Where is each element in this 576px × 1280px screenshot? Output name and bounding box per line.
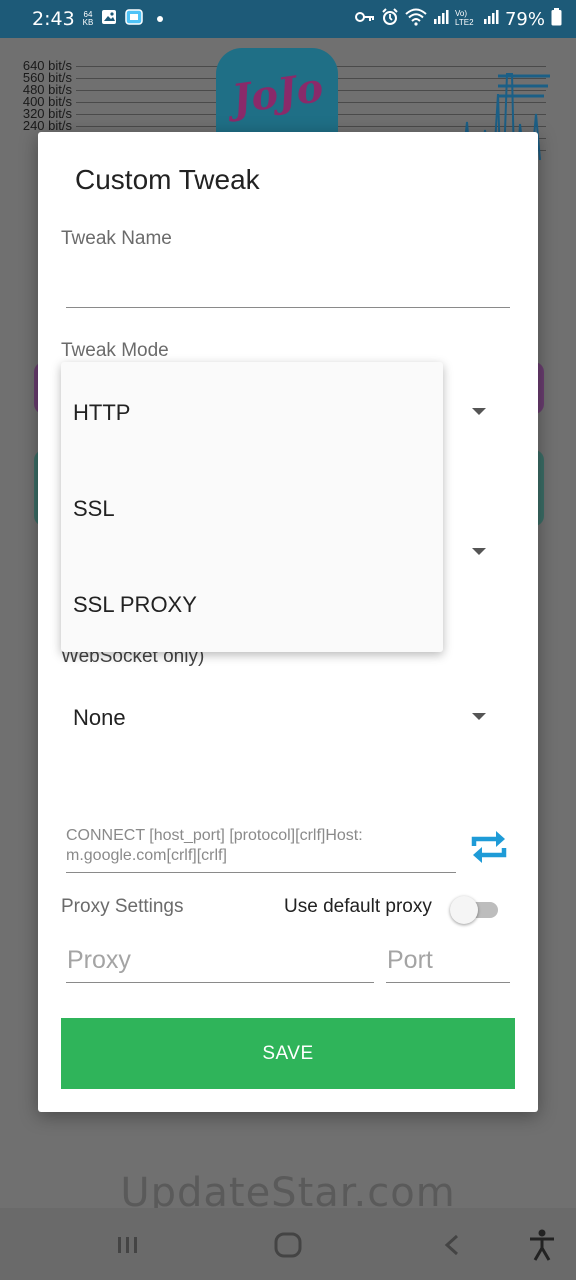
dialog-title: Custom Tweak bbox=[75, 164, 260, 195]
proxy-input[interactable]: Proxy bbox=[67, 946, 131, 975]
tweak-name-input[interactable] bbox=[66, 266, 510, 306]
payload-underline bbox=[66, 872, 456, 873]
navigation-bar bbox=[0, 1208, 576, 1280]
use-default-proxy-label: Use default proxy bbox=[284, 896, 432, 917]
gallery-icon bbox=[101, 9, 117, 30]
proxy-settings-label: Proxy Settings bbox=[61, 896, 184, 917]
port-underline bbox=[386, 982, 510, 983]
battery-icon bbox=[551, 7, 562, 31]
alarm-icon bbox=[381, 7, 399, 31]
tweak-name-underline bbox=[66, 307, 510, 308]
save-button[interactable]: SAVE bbox=[61, 1018, 515, 1089]
back-button[interactable] bbox=[432, 1228, 472, 1262]
recents-icon bbox=[118, 1237, 137, 1253]
dropdown-option-ssl[interactable]: SSL bbox=[73, 496, 115, 522]
tweak-mode-dropdown-menu: HTTP SSL SSL PROXY bbox=[61, 362, 443, 652]
battery-percent: 79% bbox=[504, 8, 545, 30]
dropdown-arrow-icon[interactable] bbox=[472, 548, 486, 555]
status-time: 2:43 bbox=[32, 8, 75, 30]
wifi-icon bbox=[405, 8, 427, 31]
status-bar: 2:43 64 KB Vo) LTE2 79% bbox=[0, 0, 576, 38]
recents-button[interactable] bbox=[108, 1228, 148, 1262]
vpn-key-icon bbox=[354, 10, 375, 28]
back-icon bbox=[444, 1234, 459, 1256]
port-input[interactable]: Port bbox=[387, 946, 433, 975]
volte-icon: Vo) LTE2 bbox=[455, 8, 477, 31]
status-icons: Vo) LTE2 79% bbox=[354, 7, 562, 31]
signal-icon bbox=[483, 9, 499, 30]
svg-text:Vo): Vo) bbox=[455, 9, 467, 18]
payload-generator-button[interactable] bbox=[468, 826, 510, 868]
tweak-mode-dropdown-arrow-icon[interactable] bbox=[472, 408, 486, 415]
accessibility-button[interactable] bbox=[522, 1228, 562, 1262]
home-icon bbox=[274, 1232, 302, 1258]
dropdown-option-http[interactable]: HTTP bbox=[73, 400, 130, 426]
signal-icon bbox=[433, 9, 449, 30]
accessibility-icon bbox=[530, 1229, 554, 1261]
dot-icon bbox=[157, 16, 164, 22]
websocket-dropdown-value[interactable]: None bbox=[73, 705, 126, 731]
use-default-proxy-toggle[interactable] bbox=[450, 895, 500, 925]
logo-text: JoJo bbox=[229, 63, 327, 124]
net-speed: 64 KB bbox=[83, 11, 94, 27]
proxy-underline bbox=[66, 982, 374, 983]
tweak-name-label: Tweak Name bbox=[61, 228, 172, 249]
dropdown-option-ssl-proxy[interactable]: SSL PROXY bbox=[73, 592, 197, 618]
toggle-thumb bbox=[450, 896, 478, 924]
repeat-icon bbox=[471, 831, 507, 863]
tweak-mode-label: Tweak Mode bbox=[61, 340, 169, 361]
payload-field[interactable]: CONNECT [host_port] [protocol][crlf]Host… bbox=[66, 826, 456, 866]
svg-text:LTE2: LTE2 bbox=[455, 18, 474, 26]
home-button[interactable] bbox=[268, 1228, 308, 1262]
net-speed-unit: KB bbox=[82, 18, 94, 27]
app-icon bbox=[125, 8, 144, 30]
websocket-dropdown-arrow-icon[interactable] bbox=[472, 713, 486, 720]
